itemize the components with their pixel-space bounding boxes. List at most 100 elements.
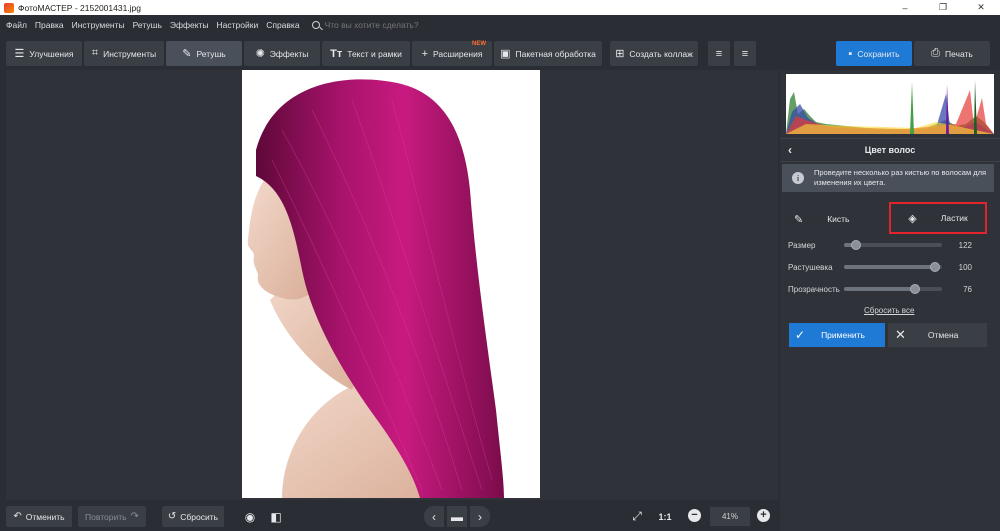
reset-button[interactable]: ↺ Сбросить [162, 506, 224, 527]
print-label: Печать [944, 48, 973, 59]
menu-effects[interactable]: Эффекты [170, 20, 209, 30]
app-logo-icon [4, 2, 14, 13]
fit-screen-icon[interactable]: ⤢ [627, 506, 647, 527]
bottom-bar: ↶ Отменить Повторить ↷ ↺ Сбросить ◉ ◧ ‹ … [0, 500, 780, 531]
layers-plus-icon: ≡ [715, 47, 723, 60]
undo-button[interactable]: ↶ Отменить [6, 506, 72, 527]
menu-help[interactable]: Справка [266, 20, 299, 30]
panel-title: Цвет волос [864, 145, 916, 155]
eye-icon[interactable]: ◉ [240, 506, 260, 527]
tab-effects[interactable]: ✺ Эффекты [244, 41, 320, 66]
layers-info-button[interactable]: ≡ [734, 41, 756, 66]
minimize-icon[interactable]: – [886, 0, 924, 15]
hint-text: Проведите несколько раз кистью по волоса… [814, 168, 987, 187]
feather-value: 100 [958, 262, 972, 272]
info-icon: i [792, 172, 804, 184]
tab-retouch[interactable]: ✎ Ретушь [166, 41, 242, 66]
brush-icon: ✎ [182, 48, 192, 60]
compare-icon[interactable]: ◧ [266, 506, 286, 527]
zoom-out-icon[interactable]: − [688, 509, 701, 522]
save-label: Сохранить [857, 48, 900, 59]
print-button[interactable]: ⎙ Печать [914, 41, 990, 66]
opacity-value: 76 [963, 284, 972, 294]
menu-retouch[interactable]: Ретушь [133, 20, 162, 30]
save-button[interactable]: ▪ Сохранить [836, 41, 912, 66]
batch-button[interactable]: ▣ Пакетная обработка [494, 41, 602, 66]
tab-retouch-label: Ретушь [196, 48, 226, 59]
eraser-label: Ластик [940, 213, 968, 223]
menu-edit[interactable]: Правка [35, 20, 64, 30]
folder-icon[interactable]: ▬ [447, 506, 467, 527]
hint-box: i Проведите несколько раз кистью по воло… [782, 164, 994, 192]
tab-improvements[interactable]: ☰ Улучшения [6, 41, 82, 66]
histogram [786, 74, 994, 134]
tab-tools[interactable]: ⌗ Инструменты [84, 41, 164, 66]
tab-text-frames-label: Текст и рамки [347, 48, 402, 59]
actual-size-button[interactable]: 1:1 [655, 506, 675, 527]
close-icon[interactable]: ✕ [962, 0, 1000, 15]
window-controls: – ❐ ✕ [886, 0, 1000, 15]
eraser-tool[interactable]: ◈ Ластик [889, 202, 987, 234]
tab-text-frames[interactable]: Tт Текст и рамки [322, 41, 410, 66]
new-badge: NEW [472, 41, 486, 47]
right-panel: ‹ Цвет волос i Проведите несколько раз к… [780, 70, 1000, 531]
collage-icon: ⊞ [615, 48, 625, 60]
menu-settings[interactable]: Настройки [217, 20, 259, 30]
undo-label: Отменить [25, 511, 65, 522]
tab-improvements-label: Улучшения [29, 48, 74, 59]
sliders-icon: ☰ [14, 48, 25, 60]
reset-label: Сбросить [180, 511, 219, 522]
close-icon: ✕ [895, 327, 906, 342]
size-slider: Размер 122 [788, 238, 988, 252]
menu-file[interactable]: Файл [6, 20, 27, 30]
photo-preview[interactable] [242, 70, 540, 498]
menu-bar: Файл Правка Инструменты Ретушь Эффекты Н… [0, 15, 1000, 34]
redo-label: Повторить [85, 511, 127, 522]
plus-icon: + [421, 47, 428, 60]
layers-info-icon: ≡ [741, 47, 749, 60]
panel-header: ‹ Цвет волос [780, 138, 1000, 162]
next-image-icon[interactable]: › [470, 506, 490, 527]
back-arrow-icon[interactable]: ‹ [788, 143, 792, 157]
maximize-icon[interactable]: ❐ [924, 0, 962, 15]
opacity-label: Прозрачность [788, 284, 840, 294]
search-icon [311, 20, 320, 29]
feather-knob[interactable] [930, 262, 941, 272]
zoom-level[interactable]: 41% [710, 507, 750, 526]
opacity-knob[interactable] [909, 284, 920, 294]
window-title: ФотоМАСТЕР - 2152001431.jpg [18, 2, 142, 13]
zoom-in-icon[interactable]: + [757, 509, 770, 522]
apply-label: Применить [821, 330, 865, 340]
crop-icon: ⌗ [91, 47, 99, 59]
menu-tools[interactable]: Инструменты [72, 20, 125, 30]
brush-label: Кисть [827, 214, 850, 224]
tab-effects-label: Эффекты [269, 48, 309, 59]
tab-extensions[interactable]: + Расширения NEW [412, 41, 492, 66]
portrait-image [247, 79, 504, 498]
search-input[interactable] [324, 19, 445, 30]
undo-icon: ↶ [13, 511, 22, 522]
apply-button[interactable]: ✓ Применить [789, 323, 885, 347]
brush-icon: ✎ [794, 213, 804, 226]
size-knob[interactable] [850, 240, 861, 250]
opacity-track[interactable] [844, 284, 942, 294]
cancel-button[interactable]: ✕ Отмена [888, 323, 987, 347]
size-track[interactable] [844, 240, 942, 250]
redo-button[interactable]: Повторить ↷ [78, 506, 146, 527]
reset-icon: ↺ [167, 511, 177, 522]
cancel-label: Отмена [927, 330, 959, 340]
eraser-icon: ◈ [908, 212, 917, 225]
collage-label: Создать коллаж [629, 48, 693, 59]
layers-add-button[interactable]: ≡ [708, 41, 730, 66]
tab-tools-label: Инструменты [103, 48, 157, 59]
opacity-slider: Прозрачность 76 [788, 282, 988, 296]
title-bar: ФотоМАСТЕР - 2152001431.jpg – ❐ ✕ [0, 0, 1000, 15]
feather-track[interactable] [844, 262, 942, 272]
reset-all-link[interactable]: Сбросить все [864, 306, 914, 315]
floppy-icon: ▪ [848, 47, 853, 60]
prev-image-icon[interactable]: ‹ [424, 506, 444, 527]
histogram-chart [786, 80, 994, 134]
tab-extensions-label: Расширения [433, 48, 483, 59]
collage-button[interactable]: ⊞ Создать коллаж [610, 41, 698, 66]
brush-tool[interactable]: ✎ Кисть [794, 206, 850, 232]
